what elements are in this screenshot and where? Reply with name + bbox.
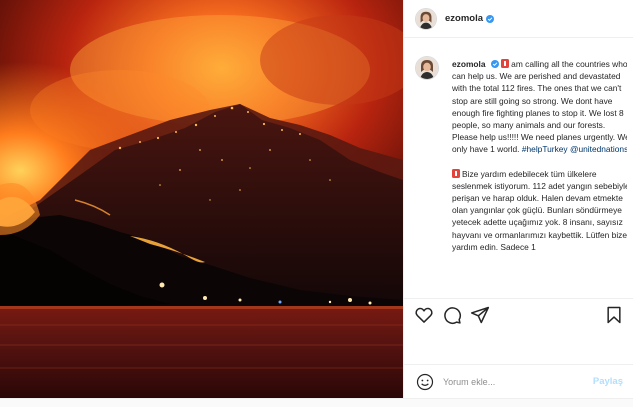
emoji-picker-button[interactable]	[416, 373, 434, 391]
comment-button[interactable]	[442, 305, 462, 325]
caption-paragraph-en: am calling all the countries who can hel…	[452, 59, 627, 155]
bookmark-icon	[607, 306, 621, 324]
caption-text: ezomola am calling all the countries who…	[452, 58, 627, 253]
share-button[interactable]	[470, 305, 490, 325]
verified-badge-icon	[490, 60, 499, 68]
post-side-panel: ezomola ezomola am calling all the count…	[403, 0, 633, 398]
caption-avatar[interactable]	[415, 56, 439, 80]
sos-emoji-icon	[452, 168, 460, 178]
wildfire-night-photo	[0, 0, 403, 398]
paper-plane-icon	[470, 306, 490, 324]
page-bottom-strip	[0, 398, 633, 407]
instagram-post: ezomola ezomola am calling all the count…	[0, 0, 633, 407]
heart-icon	[415, 307, 433, 323]
like-button[interactable]	[414, 305, 434, 325]
caption-paragraph-tr: Bize yardım edebilecek tüm ülkelere sesl…	[452, 168, 627, 252]
comment-bubble-icon	[444, 307, 462, 325]
post-photo[interactable]	[0, 0, 403, 398]
post-comment-button[interactable]: Paylaş	[593, 376, 623, 387]
caption-comment: ezomola am calling all the countries who…	[415, 56, 627, 298]
add-comment-bar: Paylaş	[404, 364, 633, 398]
comment-input[interactable]	[443, 376, 573, 387]
username[interactable]: ezomola	[445, 13, 483, 24]
avatar-image	[416, 57, 438, 79]
post-actions-bar	[404, 298, 633, 332]
sos-emoji-icon	[501, 59, 510, 68]
save-button[interactable]	[604, 305, 624, 325]
smiley-icon	[416, 373, 434, 390]
avatar[interactable]	[415, 7, 437, 30]
verified-badge-icon	[486, 14, 495, 23]
avatar-image	[416, 8, 436, 29]
caption-hashtags[interactable]: #helpTurkey @unitednations	[522, 144, 627, 154]
caption-username[interactable]: ezomola	[452, 59, 486, 69]
post-header: ezomola	[404, 0, 633, 38]
